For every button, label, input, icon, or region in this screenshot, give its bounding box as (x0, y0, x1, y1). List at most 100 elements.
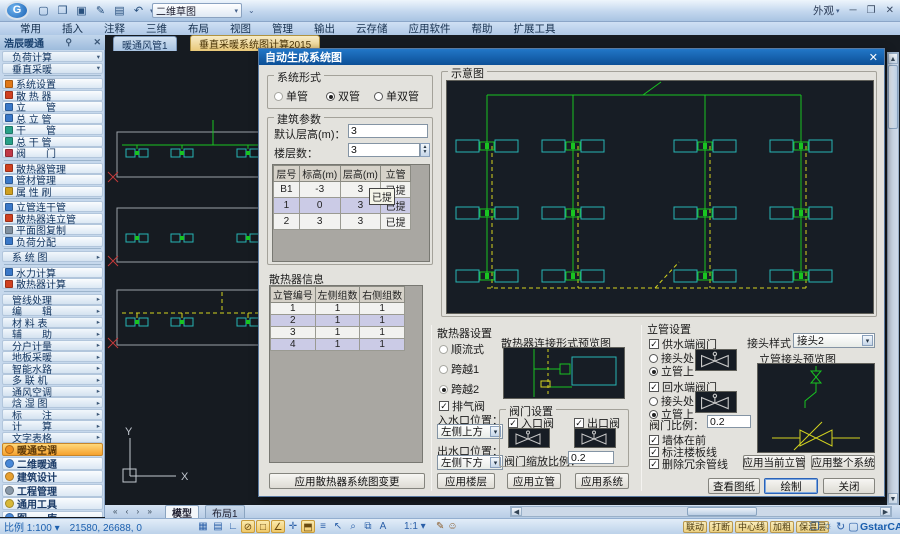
apply-whole-system-button[interactable]: 应用整个系统 (811, 455, 875, 470)
status-toggle-button[interactable]: 加粗 (770, 521, 794, 533)
palette-item[interactable]: 图 库 (2, 511, 103, 518)
appearance-menu[interactable]: 外观▾ (813, 3, 840, 18)
view-drawing-button[interactable]: 查看图纸 (708, 478, 760, 494)
palette-item[interactable]: 建筑设计 (2, 470, 103, 483)
ribbon-tab[interactable]: 扩展工具 (514, 21, 556, 36)
palette-item[interactable]: 文字表格 ▸ (2, 432, 103, 443)
table-row[interactable]: 211 (271, 315, 405, 327)
table-row[interactable]: 311 (271, 327, 405, 339)
new-icon[interactable]: ▢ (36, 4, 51, 19)
status-icon[interactable]: ↖ (331, 520, 345, 533)
outlet-position-select[interactable]: 左侧下方▾ (437, 455, 503, 470)
ribbon-tab[interactable]: 常用 (20, 21, 41, 36)
status-icon[interactable]: ∠ (271, 520, 285, 533)
save-as-icon[interactable]: ✎ (93, 4, 108, 19)
table-row[interactable]: 23 3已提 (274, 214, 411, 230)
ribbon-tab[interactable]: 云存储 (356, 21, 388, 36)
scroll-up-icon[interactable]: ▲ (888, 53, 898, 64)
status-icon[interactable]: ☺ (447, 521, 457, 532)
undo-icon[interactable]: ↶ (131, 4, 146, 19)
status-icon[interactable]: ✎ (436, 521, 444, 532)
status-icon[interactable]: ↻ (836, 520, 845, 533)
palette-item[interactable]: 阀 门 (2, 147, 103, 158)
palette-item[interactable]: 散热器计算 (2, 278, 103, 289)
plot-icon[interactable]: ▤ (112, 4, 127, 19)
tab-model[interactable]: 模型 (165, 505, 199, 518)
ribbon-tab[interactable]: 帮助 (472, 21, 493, 36)
status-icon[interactable]: ▦ (196, 520, 210, 533)
scrollbar-thumb[interactable] (888, 65, 898, 129)
apply-radiator-change-button[interactable]: 应用散热器系统图变更 (269, 473, 425, 489)
palette-close-icon[interactable]: ✕ (88, 37, 101, 48)
palette-item[interactable]: 工程管理 (2, 484, 103, 497)
radio-supply-at-riser[interactable]: 立管上 (649, 363, 694, 379)
scrollbar-thumb[interactable] (687, 507, 757, 516)
joint-style-select[interactable]: 接头2▾ (793, 333, 875, 348)
default-height-input[interactable] (348, 124, 428, 138)
status-toggle-button[interactable]: 打断 (709, 521, 733, 533)
status-icon[interactable]: ❐ (810, 520, 820, 533)
status-icon[interactable]: ⊘ (241, 520, 255, 533)
status-icon[interactable]: ⬒ (301, 520, 315, 533)
open-icon[interactable]: ❒ (55, 4, 70, 19)
gstarcad-logo[interactable]: G (5, 1, 29, 20)
dialog-close-icon[interactable]: ✕ (869, 51, 878, 64)
close-button[interactable]: ✕ (886, 5, 894, 16)
ribbon-tab[interactable]: 注释 (104, 21, 125, 36)
status-icon[interactable]: ✛ (286, 520, 300, 533)
draw-button[interactable]: 绘制 (764, 478, 818, 494)
ribbon-tab[interactable]: 插入 (62, 21, 83, 36)
apply-riser-button[interactable]: 应用立管 (507, 473, 561, 489)
floors-input[interactable] (348, 143, 420, 157)
riser-valve-scale-input[interactable] (707, 415, 751, 428)
palette-item[interactable]: 负荷分配 (2, 236, 103, 247)
close-dialog-button[interactable]: 关闭 (823, 478, 875, 494)
drawing-tab-1[interactable]: 暖通风管1 (113, 36, 177, 51)
apply-system-button[interactable]: 应用系统 (575, 473, 629, 489)
ribbon-tab[interactable]: 输出 (314, 21, 335, 36)
valve-scale-input[interactable] (568, 451, 614, 464)
floors-stepper[interactable]: ▲▼ (420, 143, 430, 157)
palette-item[interactable]: 暖通空调 (2, 443, 103, 456)
status-toggle-button[interactable]: 中心线 (735, 521, 768, 533)
table-row[interactable]: 411 (271, 339, 405, 351)
scroll-left-icon[interactable]: ◀ (511, 507, 522, 516)
remove-redundant-checkbox[interactable]: ✓删除冗余管线 (649, 456, 728, 472)
status-icon[interactable]: ▢ (848, 520, 858, 533)
status-toggle-button[interactable]: 联动 (683, 521, 707, 533)
palette-item[interactable]: 垂直采暖 ▾ (2, 63, 103, 74)
ribbon-tab[interactable]: 布局 (188, 21, 209, 36)
ribbon-tab[interactable]: 三维 (146, 21, 167, 36)
ribbon-tab[interactable]: 管理 (272, 21, 293, 36)
status-icon[interactable]: ≡ (316, 520, 330, 533)
ribbon-tab[interactable]: 应用软件 (409, 21, 451, 36)
table-row[interactable]: 111 (271, 303, 405, 315)
tab-layout1[interactable]: 布局1 (205, 505, 245, 518)
radio-double-pipe[interactable]: 双管 (326, 88, 360, 104)
palette-item[interactable]: 二维暖通 (2, 457, 103, 470)
status-icon[interactable]: ▤ (211, 520, 225, 533)
palette-item[interactable]: 属 性 刷 (2, 186, 103, 197)
dialog-title-bar[interactable]: 自动生成系统图 ✕ (259, 49, 884, 65)
inlet-position-select[interactable]: 左侧上方▾ (437, 424, 503, 439)
status-icon[interactable]: A (376, 520, 390, 533)
pin-icon[interactable]: ⚲ (60, 37, 72, 48)
workspace-combo[interactable]: 二维草图 ▾ (152, 3, 242, 18)
radio-single-double-pipe[interactable]: 单双管 (374, 88, 419, 104)
save-icon[interactable]: ▣ (74, 4, 89, 19)
vertical-scrollbar[interactable]: ▲ ▼ (887, 52, 899, 505)
status-icon[interactable]: ☼ (823, 520, 833, 533)
status-icon[interactable]: □ (256, 520, 270, 533)
scroll-right-icon[interactable]: ▶ (880, 507, 891, 516)
ribbon-tab[interactable]: 视图 (230, 21, 251, 36)
status-icon[interactable]: ∟ (226, 520, 240, 533)
layout-nav-arrows[interactable]: « ‹ › » (113, 507, 155, 516)
scroll-down-icon[interactable]: ▼ (888, 493, 898, 504)
maximize-button[interactable]: ❐ (867, 5, 876, 16)
status-icon[interactable]: ⌕ (346, 520, 360, 533)
horizontal-scrollbar[interactable]: ◀ ▶ (510, 506, 892, 517)
palette-item[interactable]: 系 统 图 ▸ (2, 251, 103, 262)
palette-item[interactable]: 通用工具 (2, 497, 103, 510)
annotation-scale[interactable]: 1:1 ▾ (404, 521, 426, 532)
scale-coordinates[interactable]: 比例 1:100 ▾ 21580, 26688, 0 (4, 519, 142, 534)
